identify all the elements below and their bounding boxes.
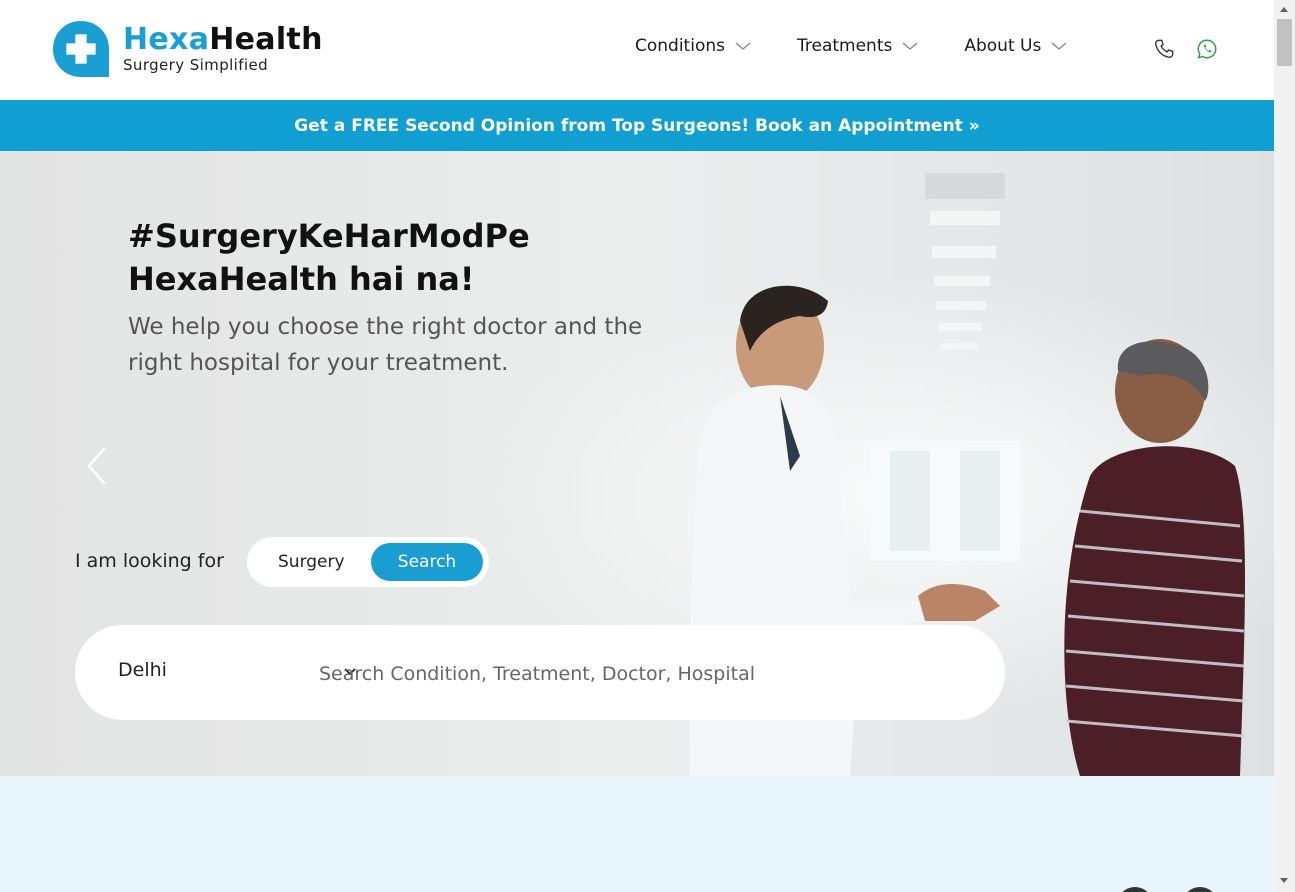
site-header: HexaHealth Surgery Simplified Conditions… [0, 0, 1274, 100]
scroll-down-icon[interactable] [1280, 878, 1288, 883]
carousel-prev-icon[interactable] [84, 445, 108, 487]
city-select[interactable]: Delhi [118, 659, 167, 681]
nav-treatments-label: Treatments [796, 36, 893, 56]
search-bar: Delhi [75, 625, 1005, 720]
hero-title: #SurgeryKeHarModPe HexaHealth hai na! [128, 217, 530, 298]
logo-text: HexaHealth Surgery Simplified [123, 25, 323, 73]
chevron-down-icon [735, 42, 751, 50]
nav-about-us-label: About Us [964, 36, 1042, 56]
chevron-down-icon [902, 42, 918, 50]
next-section [0, 776, 1274, 892]
nav-conditions[interactable]: Conditions [635, 36, 751, 56]
scrollbar-thumb[interactable] [1277, 19, 1292, 66]
phone-icon[interactable] [1153, 38, 1175, 60]
page-scrollbar[interactable] [1274, 0, 1295, 892]
brand-name: HexaHealth [123, 25, 323, 55]
looking-for-label: I am looking for [75, 550, 224, 572]
brand-name-part1: Hexa [123, 22, 210, 57]
brand-tagline: Surgery Simplified [123, 56, 269, 74]
page: HexaHealth Surgery Simplified Conditions… [0, 0, 1274, 892]
brand-logo[interactable]: HexaHealth Surgery Simplified [52, 20, 323, 78]
second-opinion-banner[interactable]: Get a FREE Second Opinion from Top Surge… [0, 100, 1274, 151]
hero-section: #SurgeryKeHarModPe HexaHealth hai na! We… [0, 151, 1274, 776]
toggle-option-surgery[interactable]: Surgery [278, 552, 345, 572]
nav-about-us[interactable]: About Us [964, 36, 1067, 56]
chevron-down-icon [1051, 42, 1067, 50]
search-mode-toggle: Surgery Search [247, 537, 489, 587]
main-nav: Conditions Treatments About Us [635, 36, 1067, 56]
brand-name-part2: Health [209, 22, 323, 57]
toggle-option-search[interactable]: Search [371, 543, 483, 581]
nav-treatments[interactable]: Treatments [797, 36, 918, 56]
logo-cross-icon [53, 21, 109, 77]
whatsapp-icon[interactable] [1196, 38, 1218, 60]
nav-conditions-label: Conditions [635, 36, 725, 56]
scroll-up-icon[interactable] [1280, 7, 1288, 12]
search-input[interactable] [317, 653, 941, 695]
hero-subtitle: We help you choose the right doctor and … [128, 314, 643, 376]
